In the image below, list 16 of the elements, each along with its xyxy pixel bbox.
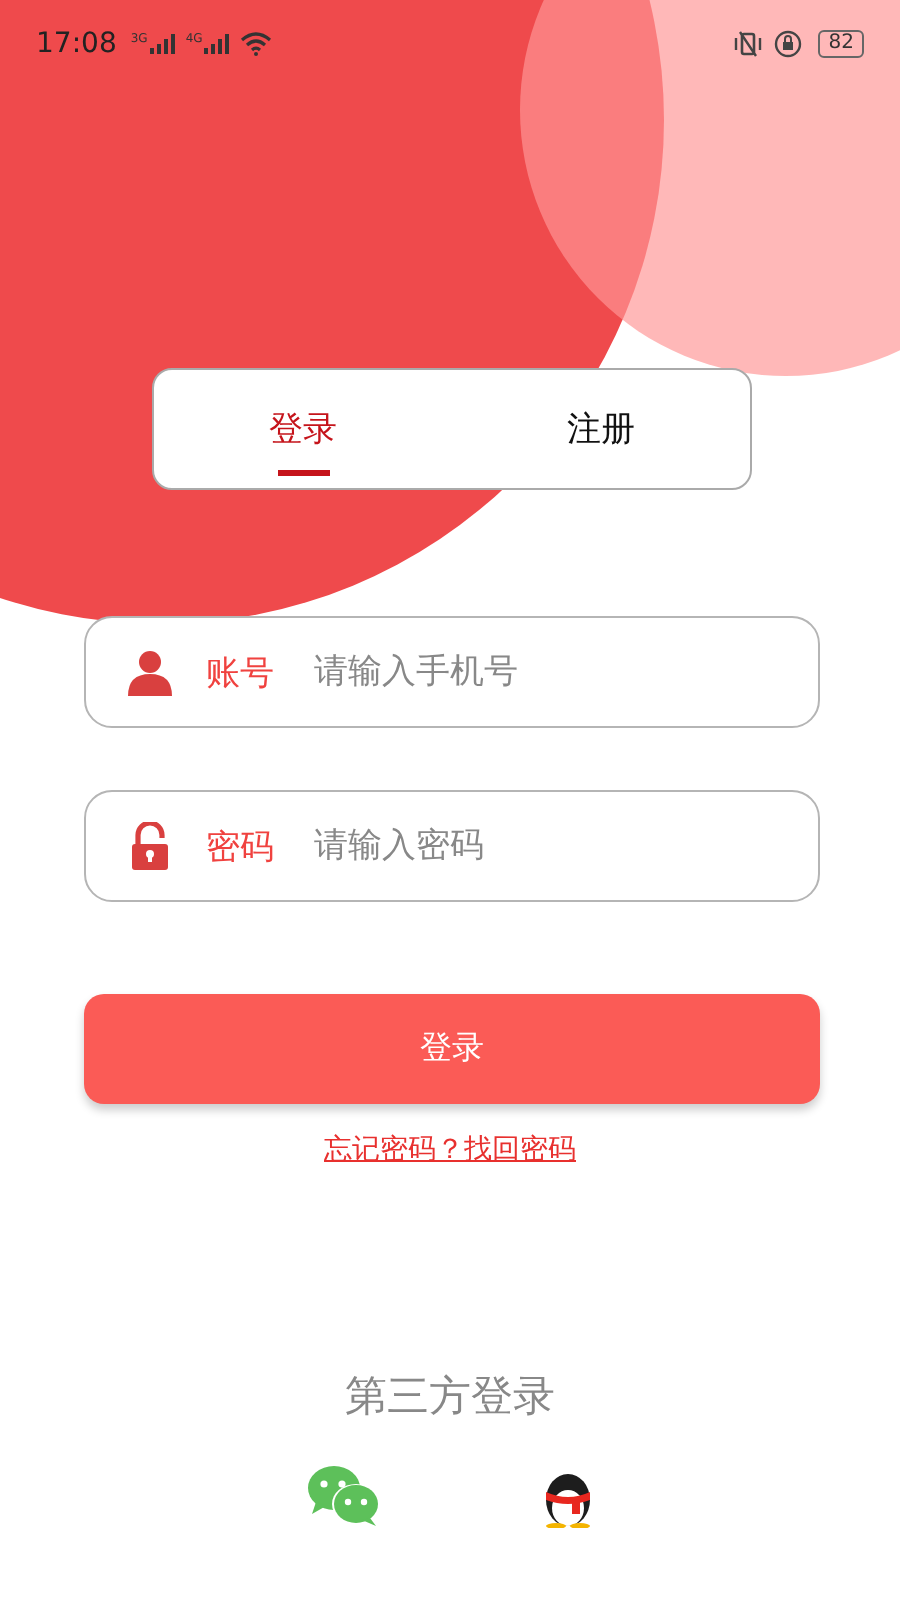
field-background: 账号 请输入手机号 <box>84 616 820 728</box>
padlock-icon <box>126 822 174 870</box>
vibrate-icon <box>732 30 765 58</box>
rotation-lock-icon <box>774 30 803 58</box>
forgot-password-link[interactable]: 忘记密码？找回密码 <box>324 1132 576 1168</box>
section-title: 第三方登录 <box>345 1370 555 1424</box>
wifi-icon <box>240 32 273 56</box>
tab[interactable]: 登录 <box>154 370 452 488</box>
person-icon <box>126 648 174 696</box>
battery-indicator: 82 <box>818 30 864 58</box>
input-field[interactable]: 请输入密码 <box>314 826 778 866</box>
tab[interactable]: 注册 <box>452 370 750 488</box>
input-field[interactable]: 请输入手机号 <box>314 652 778 692</box>
status-time: 17:08 <box>36 28 117 60</box>
field-background: 密码 请输入密码 <box>84 790 820 902</box>
login-button[interactable]: 登录 <box>84 994 820 1104</box>
